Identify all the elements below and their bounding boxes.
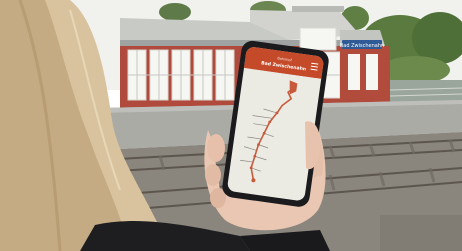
station-sign: Bad Zwischenahn	[340, 40, 384, 49]
station-sign-text: Bad Zwischenahn	[340, 43, 384, 49]
photo: Bad Zwischenahn Bahnhof Bad Zwischenahn	[0, 0, 462, 251]
